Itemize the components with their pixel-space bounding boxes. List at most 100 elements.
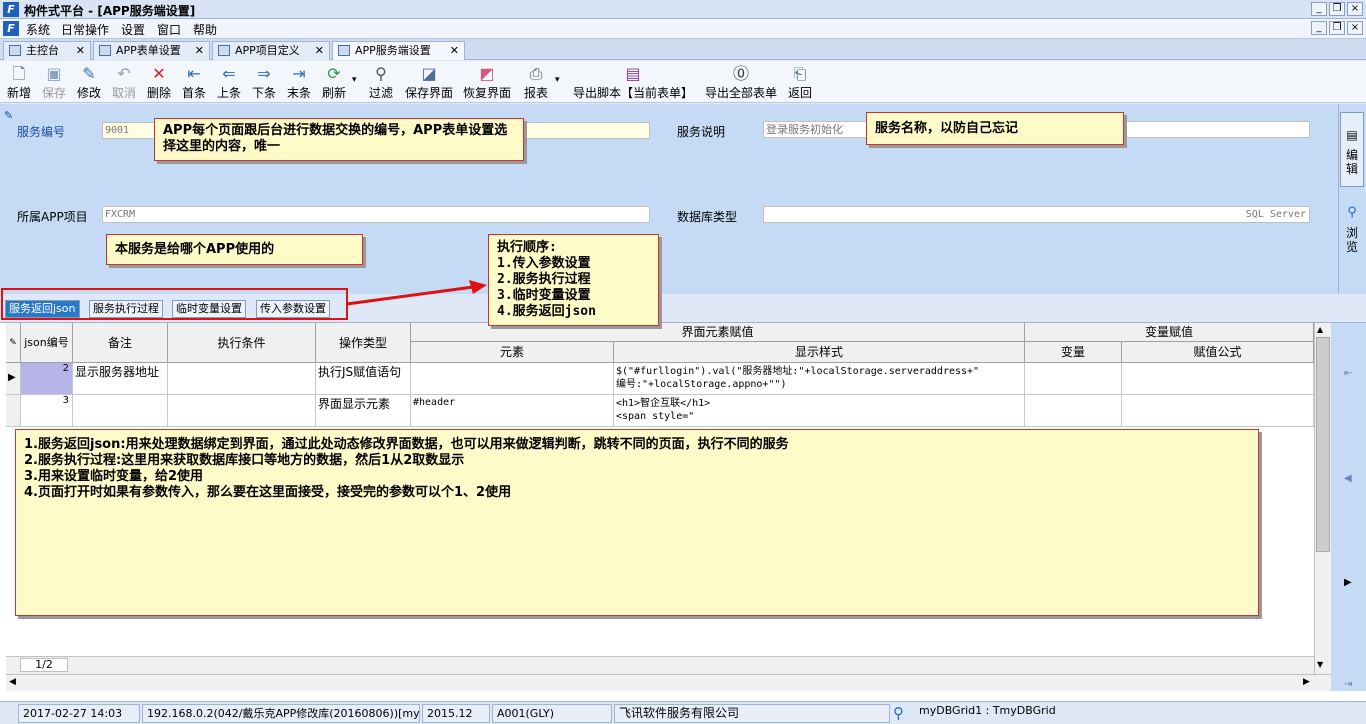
db-type-label: 数据库类型 <box>677 210 738 224</box>
col-formula[interactable]: 赋值公式 <box>1122 342 1314 363</box>
tab-app-project-definition[interactable]: APP项目定义 ✕ <box>212 41 330 60</box>
report-button[interactable]: ⎙ 报表 <box>521 63 551 101</box>
scroll-thumb[interactable] <box>1316 337 1330 552</box>
col-json-no[interactable]: json编号 <box>21 323 73 363</box>
style-line: 编号:"+localStorage.appno+"") <box>616 379 787 390</box>
table-cell[interactable] <box>411 363 614 395</box>
save-button[interactable]: ▣ 保存 <box>39 63 69 101</box>
next-record-button[interactable]: ⇒ 下条 <box>249 63 279 101</box>
browse-search-icon[interactable]: ⚲ <box>1341 206 1363 220</box>
menu-bar: F 系统 日常操作 设置 窗口 帮助 _ ❐ × <box>0 19 1366 39</box>
table-cell[interactable]: 3 <box>21 395 73 427</box>
table-cell[interactable] <box>1025 395 1122 427</box>
row-indicator[interactable] <box>6 395 21 427</box>
horizontal-scrollbar[interactable]: ◀ ▶ <box>6 674 1331 691</box>
tab-close-icon[interactable]: ✕ <box>450 42 459 60</box>
refresh-button[interactable]: ⟳ 刷新 <box>319 63 349 101</box>
table-cell[interactable]: 界面显示元素 <box>316 395 411 427</box>
tab-label: APP项目定义 <box>235 44 300 57</box>
tab-close-icon[interactable]: ✕ <box>195 42 204 60</box>
menu-window[interactable]: 窗口 <box>157 21 181 38</box>
new-button[interactable]: 🗋 新增 <box>4 63 34 101</box>
save-icon: ▣ <box>46 64 62 83</box>
tab-app-form-settings[interactable]: APP表单设置 ✕ <box>93 41 210 60</box>
mdi-restore-icon[interactable]: ❐ <box>1329 21 1345 35</box>
table-cell[interactable] <box>168 363 316 395</box>
col-display-style[interactable]: 显示样式 <box>614 342 1025 363</box>
prev-record-button[interactable]: ⇐ 上条 <box>214 63 244 101</box>
tab-label: APP服务端设置 <box>355 44 431 57</box>
nav-last-icon[interactable]: ⇥ <box>1344 679 1352 690</box>
row-indicator-icon[interactable]: ▶ <box>6 363 21 395</box>
grid-footer <box>6 656 1314 674</box>
menu-help[interactable]: 帮助 <box>193 21 217 38</box>
table-cell[interactable] <box>168 395 316 427</box>
return-button[interactable]: ⎗ 返回 <box>785 63 815 101</box>
col-element[interactable]: 元素 <box>411 342 614 363</box>
cancel-button[interactable]: ↶ 取消 <box>109 63 139 101</box>
col-op-type[interactable]: 操作类型 <box>316 323 411 363</box>
table-cell[interactable]: $("#furllogin").val("服务器地址:"+localStorag… <box>614 363 1025 395</box>
table-cell[interactable]: #header <box>411 395 614 427</box>
table-cell[interactable]: 2 <box>21 363 73 395</box>
scroll-left-icon[interactable]: ◀ <box>9 677 16 687</box>
menu-settings[interactable]: 设置 <box>121 21 145 38</box>
magnifier-icon[interactable]: ⚲ <box>893 704 913 723</box>
mdi-minimize-icon[interactable]: _ <box>1311 21 1327 35</box>
printer-icon: ⎙ <box>529 64 543 83</box>
tab-close-icon[interactable]: ✕ <box>315 42 324 60</box>
app-menu-icon[interactable]: F <box>3 21 19 36</box>
tab-close-icon[interactable]: ✕ <box>76 42 85 60</box>
first-icon: ⇤ <box>187 64 201 83</box>
app-project-field[interactable]: FXCRM <box>102 206 650 223</box>
export-script-button[interactable]: ▤ 导出脚本【当前表单】 <box>571 63 695 101</box>
vertical-scrollbar[interactable]: ▲ ▼ <box>1314 323 1331 674</box>
nav-next-icon[interactable]: ▶ <box>1344 577 1352 588</box>
tab-app-server-settings[interactable]: APP服务端设置 ✕ <box>332 41 465 60</box>
nav-first-icon[interactable]: ⇤ <box>1344 368 1352 379</box>
restore-icon[interactable]: ❐ <box>1329 2 1345 16</box>
menu-daily[interactable]: 日常操作 <box>61 21 109 38</box>
callout-execution-order: 执行顺序: 1.传入参数设置 2.服务执行过程 3.临时变量设置 4.服务返回j… <box>488 234 659 326</box>
callout-line: 1.传入参数设置 <box>497 256 591 271</box>
nav-prev-icon[interactable]: ◀ <box>1344 473 1352 484</box>
tab-main-console[interactable]: 主控台 ✕ <box>3 41 91 60</box>
mdi-close-icon[interactable]: × <box>1347 21 1363 35</box>
document-icon <box>338 45 350 56</box>
col-remark[interactable]: 备注 <box>73 323 168 363</box>
refresh-dropdown-icon[interactable]: ▾ <box>352 75 357 85</box>
save-layout-button[interactable]: ◪ 保存界面 <box>403 63 455 101</box>
filter-icon: ⚲ <box>375 64 387 83</box>
table-cell[interactable]: 执行JS赋值语句 <box>316 363 411 395</box>
menu-system[interactable]: 系统 <box>26 21 50 38</box>
app-logo-icon: F <box>3 2 19 17</box>
document-icon <box>218 45 230 56</box>
scroll-up-icon[interactable]: ▲ <box>1317 325 1323 334</box>
browse-side-label[interactable]: 浏览 <box>1341 226 1363 254</box>
col-variable[interactable]: 变量 <box>1025 342 1122 363</box>
export-all-icon: ⓪ <box>732 64 749 83</box>
table-cell[interactable] <box>1025 363 1122 395</box>
close-icon[interactable]: × <box>1347 2 1363 16</box>
report-dropdown-icon[interactable]: ▾ <box>555 75 560 85</box>
table-cell[interactable]: <h1>智企互联</h1> <span style=" <box>614 395 1025 427</box>
restore-layout-button[interactable]: ◩ 恢复界面 <box>461 63 513 101</box>
document-icon <box>9 45 21 56</box>
delete-button[interactable]: ✕ 删除 <box>144 63 174 101</box>
table-cell[interactable] <box>73 395 168 427</box>
filter-button[interactable]: ⚲ 过滤 <box>366 63 396 101</box>
service-no-label: 服务编号 <box>17 125 66 139</box>
table-cell[interactable] <box>1122 395 1314 427</box>
minimize-icon[interactable]: _ <box>1311 2 1327 16</box>
scroll-down-icon[interactable]: ▼ <box>1317 660 1323 669</box>
last-record-button[interactable]: ⇥ 末条 <box>284 63 314 101</box>
table-cell[interactable] <box>1122 363 1314 395</box>
table-cell[interactable]: 显示服务器地址 <box>73 363 168 395</box>
export-all-button[interactable]: ⓪ 导出全部表单 <box>703 63 779 101</box>
col-condition[interactable]: 执行条件 <box>168 323 316 363</box>
edit-button[interactable]: ✎ 修改 <box>74 63 104 101</box>
scroll-right-icon[interactable]: ▶ <box>1303 677 1310 687</box>
first-record-button[interactable]: ⇤ 首条 <box>179 63 209 101</box>
status-component: myDBGrid1 : TmyDBGrid <box>919 704 1056 717</box>
db-type-field[interactable]: SQL Server <box>763 206 1310 223</box>
